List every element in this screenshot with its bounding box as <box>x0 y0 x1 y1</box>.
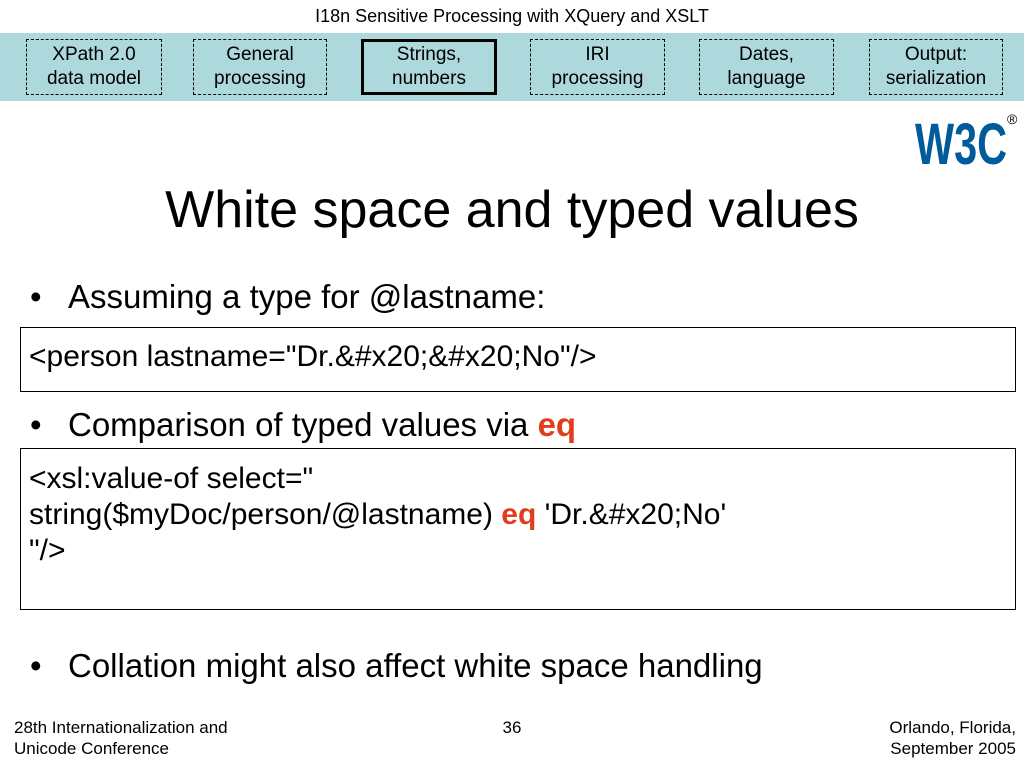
nav-tab-iri-processing[interactable]: IRI processing <box>530 39 665 95</box>
nav-tab-label-line2: serialization <box>885 68 987 89</box>
bullet-comparison-eq: • Comparison of typed values via eq <box>30 405 576 445</box>
bullet-glyph: • <box>30 647 42 684</box>
section-nav-bar: XPath 2.0 data model General processing … <box>0 33 1024 101</box>
nav-tab-label-line2: processing <box>551 68 644 89</box>
nav-tab-label-line2: data model <box>46 68 141 89</box>
code-line: <xsl:value-of select=" <box>29 462 314 495</box>
nav-tab-output-serialization[interactable]: Output: serialization <box>869 39 1003 95</box>
nav-tab-label-line2: processing <box>214 68 306 89</box>
keyword-eq: eq <box>537 406 577 443</box>
registered-mark: ® <box>1007 111 1018 127</box>
code-line: "/> <box>29 534 66 567</box>
slide-title: White space and typed values <box>165 181 859 239</box>
nav-tab-label-line1: General <box>226 44 294 65</box>
presentation-title: I18n Sensitive Processing with XQuery an… <box>315 6 709 26</box>
code-example-person: <person lastname="Dr.&#x20;&#x20;No"/> <box>20 327 1016 392</box>
nav-tab-label-line1: XPath 2.0 <box>52 44 136 65</box>
bullet-assuming-type: • Assuming a type for @lastname: <box>30 277 545 317</box>
footer-location: Orlando, Florida, September 2005 <box>889 717 1016 759</box>
bullet-text: Assuming a type for @lastname: <box>68 278 546 315</box>
nav-tab-label-line1: Output: <box>904 44 968 65</box>
code-line: <person lastname="Dr.&#x20;&#x20;No"/> <box>29 340 597 373</box>
nav-tab-label-line2: language <box>727 68 806 89</box>
footer-line: September 2005 <box>890 739 1016 758</box>
bullet-text: Comparison of typed values via <box>68 406 538 443</box>
code-text: string($myDoc/person/@lastname) <box>29 498 502 531</box>
nav-tab-xpath-data-model[interactable]: XPath 2.0 data model <box>26 39 162 95</box>
nav-tab-dates-language[interactable]: Dates, language <box>699 39 834 95</box>
nav-tab-label-line1: Strings, <box>396 44 462 65</box>
nav-tab-label-line1: Dates, <box>739 44 794 65</box>
bullet-text: Collation might also affect white space … <box>68 647 763 684</box>
code-line: string($myDoc/person/@lastname) eq 'Dr.&… <box>29 497 1007 533</box>
keyword-eq: eq <box>501 498 537 531</box>
w3c-logo[interactable]: W3C ® <box>915 108 1019 170</box>
code-example-value-of: <xsl:value-of select=" string($myDoc/per… <box>20 448 1016 610</box>
code-text: 'Dr.&#x20;No' <box>536 498 727 531</box>
bullet-glyph: • <box>30 278 42 315</box>
bullet-glyph: • <box>30 406 42 443</box>
w3c-logo-text: W3C <box>915 112 1007 170</box>
footer-line: Orlando, Florida, <box>889 718 1016 737</box>
nav-tab-strings-numbers[interactable]: Strings, numbers <box>361 39 497 95</box>
nav-tab-label-line1: IRI <box>585 44 610 65</box>
nav-tab-general-processing[interactable]: General processing <box>193 39 327 95</box>
bullet-collation: • Collation might also affect white space… <box>30 646 763 686</box>
footer-line: Unicode Conference <box>14 739 169 758</box>
nav-tab-label-line2: numbers <box>392 68 466 89</box>
page-number: 36 <box>502 718 522 737</box>
